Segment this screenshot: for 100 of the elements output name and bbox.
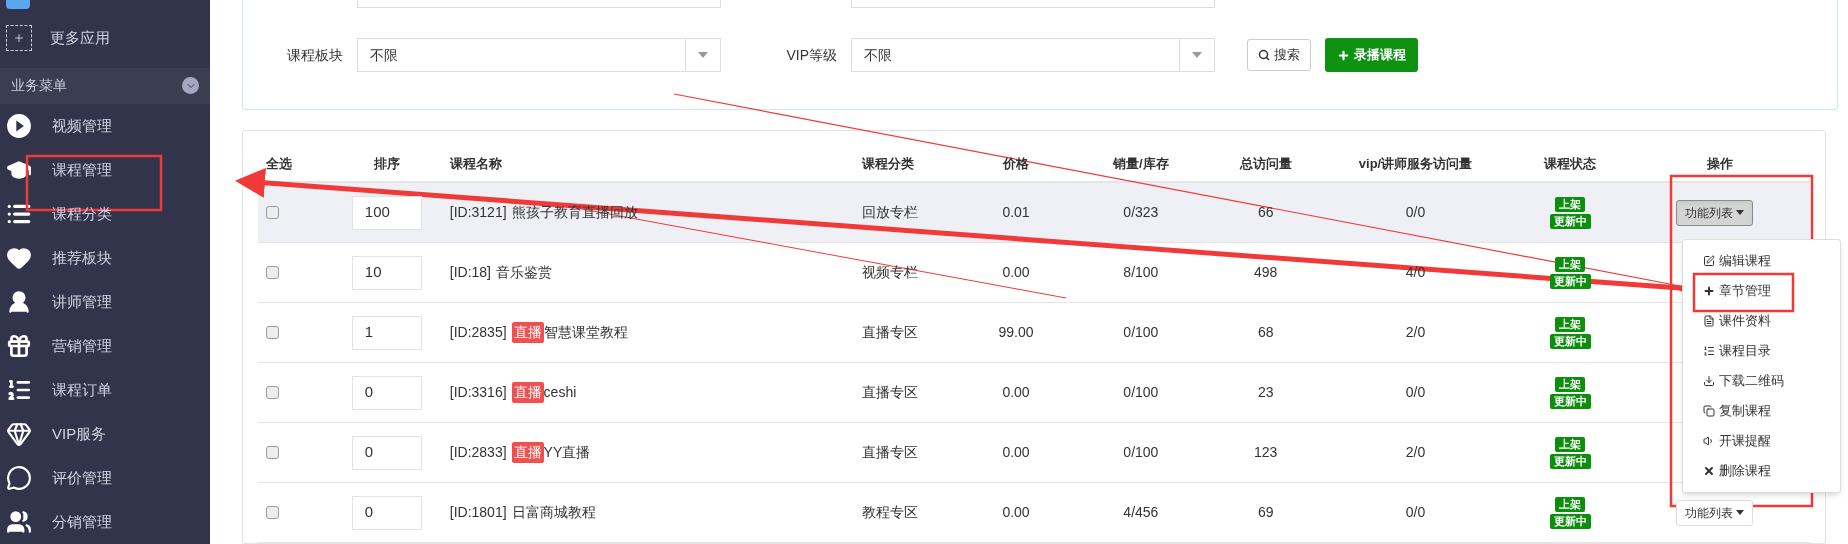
status-badge: 上架 xyxy=(1555,256,1586,272)
table-cell-text: 99.00 xyxy=(998,323,1034,342)
course-title: ceshi xyxy=(543,383,577,402)
row-checkbox[interactable] xyxy=(266,506,279,519)
status-badge: 上架 xyxy=(1555,196,1586,212)
table-cell-text: 123 xyxy=(1254,443,1278,462)
column-header: 课程状态 xyxy=(1544,155,1597,174)
menu-item[interactable]: 更多应用 xyxy=(50,26,110,50)
table-cell-text: 66 xyxy=(1257,203,1274,222)
plus-icon xyxy=(1337,48,1350,62)
search-icon xyxy=(1258,49,1270,61)
status-badge: 上架 xyxy=(1555,316,1586,332)
add-course-button[interactable]: 录播课程 xyxy=(1325,38,1418,72)
person-icon xyxy=(6,289,32,315)
sort-input[interactable]: 10 xyxy=(351,255,422,290)
download-icon xyxy=(1703,375,1715,387)
course-id: [ID:18] xyxy=(449,263,491,282)
table-cell-text: 498 xyxy=(1254,263,1278,282)
live-tag: 直播 xyxy=(511,442,544,463)
select-field[interactable]: 不限 xyxy=(851,38,1215,72)
menu-item[interactable]: 推荐板块 xyxy=(52,246,112,270)
copy-icon xyxy=(1703,405,1715,417)
table-cell-text: 0/323 xyxy=(1123,203,1159,222)
course-id: [ID:2835] xyxy=(449,323,507,342)
table-cell-text: 4/456 xyxy=(1123,503,1159,522)
menu-item[interactable]: 编辑课程 xyxy=(1683,246,1840,276)
table-cell-text: 0/0 xyxy=(1405,383,1426,402)
column-header: 销量/库存 xyxy=(1113,155,1169,174)
menu-item[interactable]: 课程订单 xyxy=(52,378,112,402)
menu-item[interactable]: 课程目录 xyxy=(1683,336,1840,366)
numbered-list-icon xyxy=(6,377,32,403)
menu-item[interactable]: 讲师管理 xyxy=(52,290,112,314)
status-badge: 更新中 xyxy=(1549,213,1591,229)
status-badge: 更新中 xyxy=(1549,393,1591,409)
search-button[interactable]: 搜索 xyxy=(1247,39,1311,71)
column-header: 价格 xyxy=(1003,155,1030,174)
live-tag: 直播 xyxy=(511,382,544,403)
caret-icon xyxy=(1735,510,1744,515)
sort-input[interactable]: 0 xyxy=(351,495,422,530)
course-title: 智慧课堂教程 xyxy=(543,323,628,342)
table-cell-text: 0/100 xyxy=(1123,323,1159,342)
table-cell-text: 0.00 xyxy=(1002,443,1030,462)
status-badge: 上架 xyxy=(1555,496,1586,512)
sort-input[interactable]: 0 xyxy=(351,375,422,410)
table-cell-text: 直播专区 xyxy=(862,383,919,402)
list-icon xyxy=(1703,345,1715,357)
sort-input[interactable]: 100 xyxy=(351,195,422,230)
table-cell-text: 0.00 xyxy=(1002,503,1030,522)
sort-input[interactable]: 1 xyxy=(351,315,422,350)
menu-item[interactable]: 课件资料 xyxy=(1683,306,1840,336)
select-field[interactable] xyxy=(357,0,721,8)
plus-icon[interactable] xyxy=(6,25,32,52)
menu-item[interactable]: 删除课程 xyxy=(1683,456,1840,486)
column-header: 课程名称 xyxy=(449,155,502,174)
menu-item[interactable]: 复制课程 xyxy=(1683,396,1840,426)
course-title: 日富商城教程 xyxy=(511,503,596,522)
menu-item[interactable]: 下载二维码 xyxy=(1683,366,1840,396)
menu-item[interactable]: 分销管理 xyxy=(52,510,112,534)
menu-item[interactable]: 章节管理 xyxy=(1683,276,1840,306)
course-id: [ID:3121] xyxy=(449,203,507,222)
menu-item[interactable]: 课程管理 xyxy=(52,158,112,182)
select-field[interactable]: 不限 xyxy=(357,38,721,72)
table-cell-text: 教程专区 xyxy=(862,503,919,522)
section-header[interactable]: 业务菜单 xyxy=(0,67,210,104)
row-checkbox[interactable] xyxy=(266,266,279,279)
caret-icon xyxy=(698,52,708,58)
menu-item[interactable]: 营销管理 xyxy=(52,334,112,358)
row-checkbox[interactable] xyxy=(266,206,279,219)
sort-input[interactable]: 0 xyxy=(351,435,422,470)
row-checkbox[interactable] xyxy=(266,326,279,339)
column-header: 课程分类 xyxy=(862,155,915,174)
app-icon[interactable] xyxy=(6,0,30,9)
table-cell-text: 0.00 xyxy=(1002,383,1030,402)
table-cell-text: 回放专栏 xyxy=(862,203,919,222)
table-cell-text: 2/0 xyxy=(1405,443,1426,462)
row-checkbox[interactable] xyxy=(266,386,279,399)
course-id: [ID:2833] xyxy=(449,443,507,462)
play-icon xyxy=(6,113,32,139)
function-list-button[interactable]: 功能列表 xyxy=(1675,499,1753,526)
menu-item[interactable]: 评价管理 xyxy=(52,466,112,490)
speaker-icon xyxy=(1703,435,1715,447)
column-header: 总访问量 xyxy=(1239,155,1292,174)
edit-icon xyxy=(1703,255,1715,267)
row-checkbox[interactable] xyxy=(266,446,279,459)
filter-label: 课程板块 xyxy=(286,45,344,65)
menu-item[interactable]: 开课提醒 xyxy=(1683,426,1840,456)
select-field[interactable] xyxy=(851,0,1215,8)
menu-item[interactable]: VIP服务 xyxy=(52,422,107,446)
table-cell-text: 0.00 xyxy=(1002,263,1030,282)
status-badge: 更新中 xyxy=(1549,453,1591,469)
table-cell-text: 视频专栏 xyxy=(862,263,919,282)
status-badge: 上架 xyxy=(1555,436,1586,452)
filter-label: VIP等级 xyxy=(785,45,838,65)
table-cell-text: 23 xyxy=(1257,383,1274,402)
table-cell-text: 0/0 xyxy=(1405,203,1426,222)
status-badge: 上架 xyxy=(1555,376,1586,392)
table-cell-text: 0/0 xyxy=(1405,503,1426,522)
table-cell-text: 8/100 xyxy=(1123,263,1159,282)
function-list-button[interactable]: 功能列表 xyxy=(1675,199,1753,226)
menu-item[interactable]: 视频管理 xyxy=(52,114,112,138)
